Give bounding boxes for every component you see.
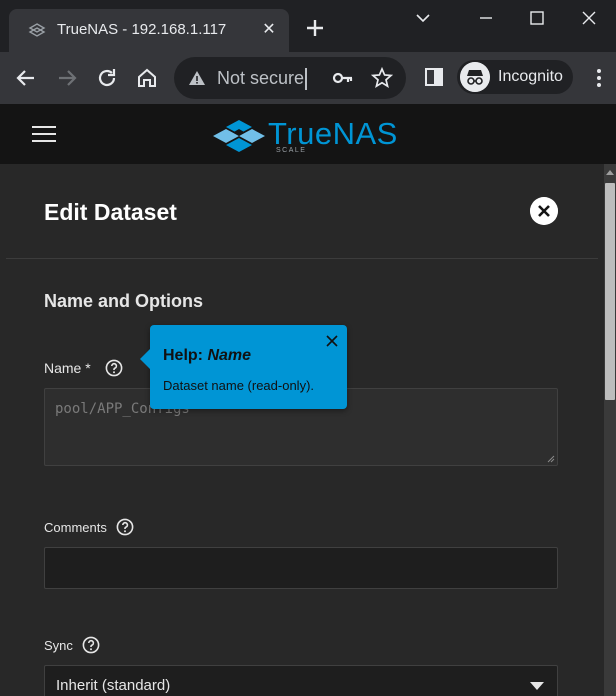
sync-select[interactable]: Inherit (standard) <box>44 665 558 696</box>
comments-label: Comments <box>44 520 107 535</box>
new-tab-icon[interactable] <box>303 16 327 40</box>
back-arrow-icon[interactable] <box>13 65 39 91</box>
reload-icon[interactable] <box>94 65 120 91</box>
truenas-logo-icon <box>213 120 265 152</box>
incognito-label: Incognito <box>498 68 563 85</box>
tooltip-title-field: Name <box>207 347 252 364</box>
browser-tab[interactable]: TrueNAS - 192.168.1.117 ✕ <box>9 9 289 52</box>
comments-input[interactable] <box>44 547 558 589</box>
incognito-icon <box>460 62 490 92</box>
omnibox-separator <box>305 68 307 90</box>
panel-title: Edit Dataset <box>44 199 177 225</box>
section-title: Name and Options <box>44 291 204 311</box>
scroll-up-arrow-icon[interactable] <box>604 164 616 182</box>
sync-value: Inherit (standard) <box>56 677 171 694</box>
maximize-icon[interactable] <box>525 6 549 30</box>
truenas-favicon-icon <box>28 23 46 37</box>
comments-help-icon[interactable] <box>116 518 134 536</box>
help-tooltip: Help: Name Dataset name (read-only). <box>140 325 347 409</box>
name-help-icon[interactable] <box>105 359 123 377</box>
tooltip-close-icon[interactable] <box>325 334 339 348</box>
incognito-profile-button[interactable]: Incognito <box>457 60 573 94</box>
name-label: Name * <box>44 360 91 376</box>
tooltip-title: Help: Name <box>163 347 251 365</box>
resize-handle-icon[interactable] <box>545 453 555 463</box>
tooltip-pointer <box>140 349 150 369</box>
security-status-text[interactable]: Not secure <box>217 68 305 89</box>
window-close-icon[interactable] <box>577 6 601 30</box>
password-key-icon[interactable] <box>332 69 354 87</box>
tab-title: TrueNAS - 192.168.1.117 <box>57 21 227 38</box>
tab-search-chevron-icon[interactable] <box>411 6 435 30</box>
panel-divider <box>6 258 598 259</box>
forward-arrow-icon[interactable] <box>54 65 80 91</box>
dropdown-arrow-icon[interactable] <box>530 682 544 690</box>
minimize-icon[interactable] <box>474 6 498 30</box>
sync-label: Sync <box>44 638 73 653</box>
app-header: TrueNAS SCALE <box>0 104 616 164</box>
warning-icon[interactable] <box>188 69 206 87</box>
logo-subtext: SCALE <box>276 147 307 154</box>
tooltip-title-prefix: Help: <box>163 347 208 364</box>
hamburger-menu-icon[interactable] <box>32 126 56 144</box>
browser-tab-strip: TrueNAS - 192.168.1.117 ✕ <box>0 0 616 52</box>
tab-close-icon[interactable]: ✕ <box>259 20 279 40</box>
scrollbar-thumb[interactable] <box>605 183 615 400</box>
side-panel-icon[interactable] <box>423 66 445 88</box>
browser-toolbar: Not secure Incognito <box>0 52 616 104</box>
address-bar[interactable]: Not secure <box>174 57 406 99</box>
close-panel-icon[interactable] <box>530 197 558 225</box>
sync-help-icon[interactable] <box>82 636 100 654</box>
truenas-logo[interactable]: TrueNAS SCALE <box>212 114 402 158</box>
bookmark-star-icon[interactable] <box>371 67 393 89</box>
home-icon[interactable] <box>134 65 160 91</box>
tooltip-body: Dataset name (read-only). <box>163 378 315 393</box>
more-menu-icon[interactable] <box>592 66 606 90</box>
